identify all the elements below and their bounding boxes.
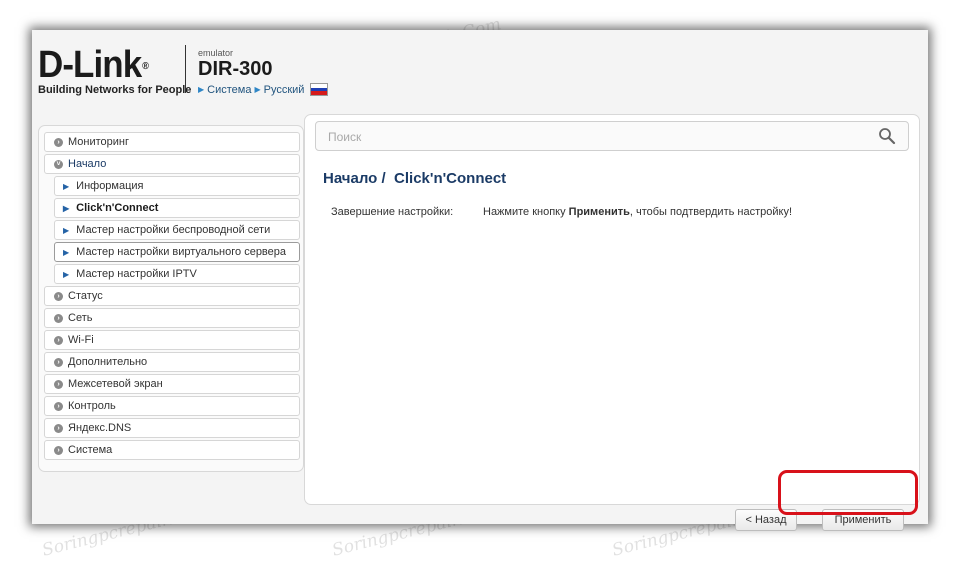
sidebar-item-network[interactable]: › Сеть bbox=[44, 308, 300, 328]
sidebar: › Мониторинг ˅ Начало ▶ Информация ▶ Click'n… bbox=[38, 125, 304, 472]
sidebar-item-start[interactable]: ˅ Начало bbox=[44, 154, 300, 174]
sidebar-item-label: Система bbox=[68, 444, 113, 456]
triangle-right-icon: ▶ bbox=[63, 247, 70, 257]
sidebar-subitem-clicknconnect[interactable]: ▶ Click'n'Connect bbox=[54, 198, 300, 218]
sidebar-item-label: Сеть bbox=[68, 312, 93, 324]
header-divider bbox=[185, 45, 186, 93]
sidebar-item-label: Wi-Fi bbox=[68, 334, 94, 346]
page-title: Начало / Click'n'Connect bbox=[323, 170, 506, 187]
triangle-right-icon: ▶ bbox=[254, 85, 261, 94]
model-name: DIR-300 bbox=[198, 58, 273, 80]
breadcrumb-current: Click'n'Connect bbox=[394, 170, 507, 187]
completion-row: Завершение настройки: Нажмите кнопку Прим… bbox=[331, 206, 792, 218]
expand-icon: › bbox=[54, 335, 63, 345]
sidebar-item-label: Мониторинг bbox=[68, 136, 130, 148]
model-info: emulator DIR-300 ▶ Система ▶ Русский bbox=[198, 48, 329, 96]
sidebar-item-yandex-dns[interactable]: › Яндекс.DNS bbox=[44, 418, 300, 438]
sidebar-item-label: Начало bbox=[68, 158, 107, 170]
triangle-right-icon: ▶ bbox=[63, 181, 70, 191]
sidebar-item-wifi[interactable]: › Wi-Fi bbox=[44, 330, 300, 350]
sidebar-item-advanced[interactable]: › Дополнительно bbox=[44, 352, 300, 372]
breadcrumb-parent: Начало / bbox=[323, 170, 386, 187]
search-icon[interactable] bbox=[878, 127, 896, 145]
sidebar-item-label: Дополнительно bbox=[68, 356, 148, 368]
completion-text: Нажмите кнопку Применить, чтобы подтверд… bbox=[483, 206, 792, 218]
triangle-right-icon: ▶ bbox=[63, 203, 70, 213]
expand-icon: › bbox=[54, 357, 63, 367]
sidebar-item-firewall[interactable]: › Межсетевой экран bbox=[44, 374, 300, 394]
sidebar-item-status[interactable]: › Статус bbox=[44, 286, 300, 306]
emulator-label: emulator bbox=[198, 48, 234, 58]
dlink-logo: D-Link® Building Networks for People bbox=[38, 46, 191, 96]
sidebar-item-label: Click'n'Connect bbox=[76, 202, 159, 214]
expand-icon: › bbox=[54, 291, 63, 301]
expand-icon: › bbox=[54, 401, 63, 411]
sidebar-subitem-information[interactable]: ▶ Информация bbox=[54, 176, 300, 196]
triangle-right-icon: ▶ bbox=[63, 225, 70, 235]
expand-icon: › bbox=[54, 379, 63, 389]
header: D-Link® Building Networks for People emu… bbox=[32, 30, 928, 100]
sidebar-item-label: Информация bbox=[76, 180, 144, 192]
sidebar-item-control[interactable]: › Контроль bbox=[44, 396, 300, 416]
apply-emphasis: Применить bbox=[568, 206, 630, 218]
triangle-right-icon: ▶ bbox=[63, 269, 70, 279]
sidebar-item-label: Статус bbox=[68, 290, 103, 302]
search-box bbox=[315, 121, 909, 152]
header-crumbs: ▶ Система ▶ Русский bbox=[198, 83, 329, 96]
sidebar-item-label: Мастер настройки беспроводной сети bbox=[76, 224, 271, 236]
sidebar-item-label: Мастер настройки IPTV bbox=[76, 268, 197, 280]
sidebar-item-label: Межсетевой экран bbox=[68, 378, 163, 390]
expand-icon: › bbox=[54, 445, 63, 455]
system-link[interactable]: Система bbox=[207, 84, 251, 96]
collapse-icon: ˅ bbox=[54, 159, 63, 169]
sidebar-subitem-wireless-wizard[interactable]: ▶ Мастер настройки беспроводной сети bbox=[54, 220, 300, 240]
router-window: D-Link® Building Networks for People emu… bbox=[32, 30, 928, 531]
expand-icon: › bbox=[54, 423, 63, 433]
sidebar-item-label: Яндекс.DNS bbox=[68, 422, 132, 434]
sidebar-menu: › Мониторинг ˅ Начало ▶ Информация ▶ Click'n… bbox=[44, 132, 300, 462]
apply-highlight-outline bbox=[778, 470, 918, 515]
triangle-right-icon: ▶ bbox=[198, 85, 205, 94]
main-panel: Начало / Click'n'Connect Завершение наст… bbox=[304, 114, 920, 531]
expand-icon: › bbox=[54, 137, 63, 147]
search-input[interactable] bbox=[316, 122, 870, 152]
logo-registered: ® bbox=[142, 61, 149, 72]
sidebar-subitem-iptv-wizard[interactable]: ▶ Мастер настройки IPTV bbox=[54, 264, 300, 284]
logo-text: D-Link bbox=[38, 44, 142, 86]
sidebar-item-monitoring[interactable]: › Мониторинг bbox=[44, 132, 300, 152]
russian-flag-icon[interactable] bbox=[310, 83, 329, 96]
sidebar-item-system[interactable]: › Система bbox=[44, 440, 300, 460]
completion-label: Завершение настройки: bbox=[331, 206, 454, 218]
language-link[interactable]: Русский bbox=[264, 84, 305, 96]
sidebar-subitem-virtual-server-wizard[interactable]: ▶ Мастер настройки виртуального сервера bbox=[54, 242, 300, 262]
expand-icon: › bbox=[54, 313, 63, 323]
sidebar-item-label: Мастер настройки виртуального сервера bbox=[76, 246, 287, 258]
sidebar-item-label: Контроль bbox=[68, 400, 116, 412]
